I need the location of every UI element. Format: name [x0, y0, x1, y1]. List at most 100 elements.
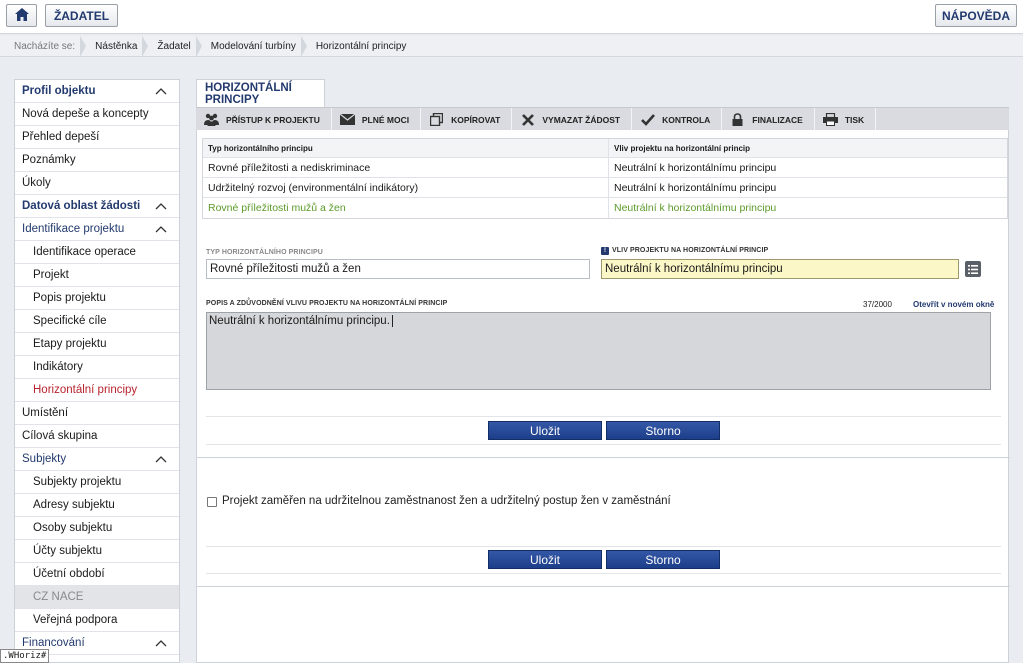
sidebar-item-poznamky[interactable]: Poznámky [15, 149, 179, 172]
content-area: Typ horizontálního principu Vliv projekt… [196, 130, 1010, 663]
sidebar-item-label: Horizontální principy [33, 384, 138, 396]
delete-application-label: VYMAZAT ŽÁDOST [542, 114, 621, 125]
print-label: TISK [844, 114, 865, 125]
sidebar-item-projekt[interactable]: Projekt [15, 264, 179, 287]
women-employment-checkbox-label[interactable]: Projekt zaměřen na udržitelnou zaměstnan… [222, 495, 671, 507]
sidebar-item-adresy-subjektu[interactable]: Adresy subjektu [15, 494, 179, 517]
check-label: KONTROLA [662, 114, 711, 125]
help-button[interactable]: NÁPOVĚDA [935, 4, 1017, 27]
sidebar-item-ucty-subjektu[interactable]: Účty subjektu [15, 540, 179, 563]
description-textarea[interactable]: Neutrální k horizontálnímu principu.​ [206, 312, 991, 390]
sidebar-item-subjekty-projektu[interactable]: Subjekty projektu [15, 471, 179, 494]
sidebar-item-label: Specifické cíle [33, 315, 107, 327]
lock-icon [730, 113, 745, 126]
copy-icon [429, 113, 444, 126]
sidebar-item-umisteni[interactable]: Umístění [15, 402, 179, 425]
table-cell: Neutrální k horizontálnímu principu [614, 202, 777, 214]
tab-horizontal-principles[interactable]: HORIZONTÁLNÍ PRINCIPY [196, 79, 325, 107]
finalize-label: FINALIZACE [752, 114, 803, 125]
chevron-up-icon[interactable] [155, 225, 167, 235]
impact-select[interactable]: Neutrální k horizontálnímu principu [601, 259, 959, 279]
sidebar-item-label: Osoby subjektu [33, 522, 113, 534]
main-panel: HORIZONTÁLNÍ PRINCIPY PŘÍSTUP K PROJEKTU… [196, 79, 1010, 663]
sidebar-item-label: Indikátory [33, 361, 83, 373]
save-button[interactable]: Uložit [488, 421, 602, 440]
women-employment-checkbox[interactable] [207, 497, 217, 507]
sidebar-item-label: Účetní období [33, 568, 105, 580]
sidebar-item-label: Projekt [33, 269, 69, 281]
sidebar-item-datova-oblast-zadosti[interactable]: Datová oblast žádosti [15, 195, 179, 218]
check-icon [640, 113, 655, 126]
list-picker-icon[interactable] [965, 261, 981, 277]
table-row[interactable]: Udržitelný rozvoj (environmentální indik… [203, 178, 1007, 198]
breadcrumb-item-zadatel[interactable]: Žadatel [147, 35, 203, 57]
breadcrumb-item-nastenka[interactable]: Nástěnka [85, 35, 149, 57]
sidebar-item-identifikace-operace[interactable]: Identifikace operace [15, 241, 179, 264]
sidebar-item-popis-projektu[interactable]: Popis projektu [15, 287, 179, 310]
type-field[interactable]: Rovné příležitosti mužů a žen [206, 259, 590, 279]
divider [206, 416, 1001, 417]
section-cancel-button[interactable]: Storno [606, 550, 720, 569]
sidebar-item-label: Popis projektu [33, 292, 106, 304]
breadcrumb-item-current: Horizontální principy [315, 40, 407, 52]
sidebar-item-label: Identifikace operace [33, 246, 136, 258]
sidebar-item-label: Poznámky [22, 154, 76, 166]
divider [206, 546, 1001, 547]
column-header-impact[interactable]: Vliv projektu na horizontální princip [609, 139, 1007, 157]
sidebar-item-label: Nová depeše a koncepty [22, 108, 149, 120]
breadcrumb-item-project[interactable]: Modelování turbíny [201, 35, 307, 57]
check-button[interactable]: KONTROLA [632, 108, 723, 131]
sidebar-item-horizontalni-principy[interactable]: Horizontální principy [15, 379, 179, 402]
section-save-button[interactable]: Uložit [488, 550, 602, 569]
power-of-attorney-button[interactable]: PLNÉ MOCI [332, 108, 422, 131]
copy-button[interactable]: KOPÍROVAT [421, 108, 513, 131]
sidebar-item-cilova-skupina[interactable]: Cílová skupina [15, 425, 179, 448]
sidebar-item-verejna-podpora[interactable]: Veřejná podpora [15, 609, 179, 632]
printer-icon [822, 113, 838, 126]
sidebar-item-profil-objektu[interactable]: Profil objektu [15, 80, 179, 103]
sidebar-item-ucetni-obdobi[interactable]: Účetní období [15, 563, 179, 586]
cancel-button[interactable]: Storno [606, 421, 720, 440]
print-button[interactable]: TISK [815, 108, 877, 131]
sidebar-item-label: Subjekty [22, 453, 67, 465]
sidebar-item-ukoly[interactable]: Úkoly [15, 172, 179, 195]
column-header-type[interactable]: Typ horizontálního principu [203, 139, 609, 157]
sidebar-item-label: Subjekty projektu [33, 476, 122, 488]
table-row-selected[interactable]: Rovné příležitosti mužů a žen Neutrální … [203, 198, 1007, 218]
table-cell: Rovné příležitosti a nediskriminace [203, 158, 609, 177]
sidebar-item-osoby-subjektu[interactable]: Osoby subjektu [15, 517, 179, 540]
chevron-up-icon[interactable] [155, 202, 167, 212]
chevron-up-icon[interactable] [155, 455, 167, 465]
women-employment-section: Projekt zaměřen na udržitelnou zaměstnan… [197, 457, 1010, 587]
sidebar-item-identifikace-projektu[interactable]: Identifikace projektu [15, 218, 179, 241]
delete-icon [520, 113, 535, 126]
sidebar-item-etapy-projektu[interactable]: Etapy projektu [15, 333, 179, 356]
sidebar-item-label: Úkoly [22, 177, 51, 189]
text-cursor: ​ [391, 315, 393, 327]
sidebar-item-label: Financování [22, 637, 85, 649]
sidebar-item-subjekty[interactable]: Subjekty [15, 448, 179, 471]
description-field-label: POPIS A ZDŮVODNĚNÍ VLIVU PROJEKTU NA HOR… [206, 300, 448, 307]
access-project-button[interactable]: PŘÍSTUP K PROJEKTU [196, 108, 332, 131]
delete-application-button[interactable]: VYMAZAT ŽÁDOST [512, 108, 633, 131]
divider [206, 444, 1001, 445]
open-new-window-link[interactable]: Otevřít v novém okně [913, 300, 994, 309]
principles-table: Typ horizontálního principu Vliv projekt… [202, 138, 1008, 219]
type-field-label: TYP HORIZONTÁLNÍHO PRINCIPU [206, 249, 323, 256]
finalize-button[interactable]: FINALIZACE [722, 108, 815, 131]
home-button[interactable] [6, 4, 37, 27]
table-row[interactable]: Rovné příležitosti a nediskriminace Neut… [203, 158, 1007, 178]
table-cell: Rovné příležitosti mužů a žen [203, 198, 609, 218]
sidebar-item-label: Umístění [22, 407, 69, 419]
sidebar-item-specificke-cile[interactable]: Specifické cíle [15, 310, 179, 333]
top-bar: ŽADATEL NÁPOVĚDA [0, 0, 1023, 34]
breadcrumb-prefix: Nacházíte se: [0, 35, 87, 57]
sidebar-item-nova-depese-a-koncepty[interactable]: Nová depeše a koncepty [15, 103, 179, 126]
impact-field-label: VLIV PROJEKTU NA HORIZONTÁLNÍ PRINCIP [612, 247, 769, 254]
zadatel-button[interactable]: ŽADATEL [45, 4, 118, 27]
sidebar-item-label: Účty subjektu [33, 545, 103, 557]
sidebar-item-prehled-depesi[interactable]: Přehled depeší [15, 126, 179, 149]
chevron-up-icon[interactable] [155, 87, 167, 97]
chevron-up-icon[interactable] [155, 639, 167, 649]
sidebar-item-indikatory[interactable]: Indikátory [15, 356, 179, 379]
